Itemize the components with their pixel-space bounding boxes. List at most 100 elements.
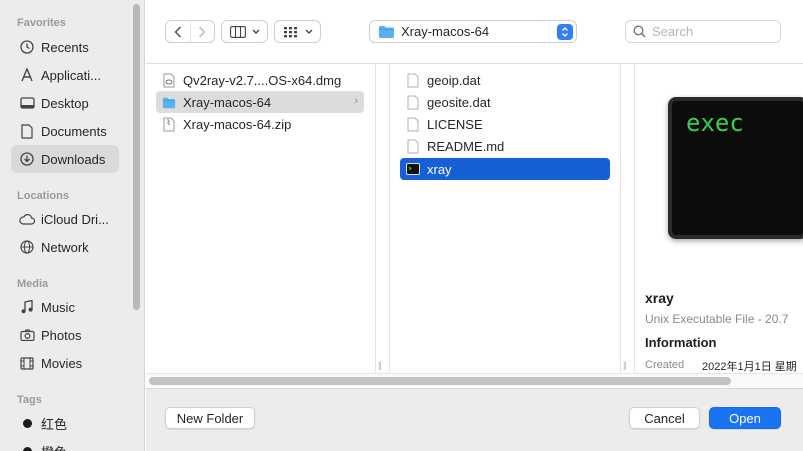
sidebar-item-label: Desktop xyxy=(41,95,89,111)
list-item-geosite[interactable]: geosite.dat xyxy=(400,91,610,113)
list-item-label: Xray-macos-64.zip xyxy=(183,116,292,132)
column-resize-handle[interactable]: || xyxy=(378,360,382,370)
path-popup[interactable]: Xray-macos-64 xyxy=(369,20,577,43)
sidebar-item-applications[interactable]: Applicati... xyxy=(11,61,119,89)
sidebar-item-label: Downloads xyxy=(41,151,106,167)
column-divider[interactable] xyxy=(375,63,376,373)
sidebar-item-tag-orange[interactable]: 橙色 xyxy=(11,437,119,451)
clock-icon xyxy=(19,39,35,55)
path-popup-label: Xray-macos-64 xyxy=(401,24,490,39)
download-icon xyxy=(19,151,35,167)
sidebar-item-tag-red[interactable]: 红色 xyxy=(11,409,119,437)
list-item-label: xray xyxy=(427,161,452,177)
document-icon xyxy=(19,123,35,139)
sidebar-item-label: 橙色 xyxy=(41,442,67,451)
column-divider[interactable] xyxy=(620,63,621,373)
chevron-left-icon xyxy=(174,25,181,38)
sidebar-item-label: Recents xyxy=(41,39,89,55)
locations-header: Locations xyxy=(17,190,69,202)
film-icon xyxy=(19,355,35,371)
open-button[interactable]: Open xyxy=(709,407,781,429)
media-header: Media xyxy=(17,278,49,290)
preview-thumbnail-text: exec xyxy=(686,109,744,137)
cloud-icon xyxy=(19,211,35,227)
sidebar-scrollbar[interactable] xyxy=(133,4,140,310)
new-folder-button[interactable]: New Folder xyxy=(165,407,255,429)
column-divider[interactable] xyxy=(634,63,635,373)
sidebar-item-label: Network xyxy=(41,239,89,255)
sidebar-item-label: Applicati... xyxy=(41,67,101,83)
forward-button[interactable] xyxy=(189,21,215,42)
terminal-icon xyxy=(406,161,420,177)
applications-icon xyxy=(19,67,35,83)
favorites-header: Favorites xyxy=(17,17,66,29)
search-input[interactable] xyxy=(652,24,772,39)
grid-icon xyxy=(283,26,297,37)
preview-file-kind: Unix Executable File - 20.7 xyxy=(645,312,789,326)
folder-icon xyxy=(379,26,394,38)
back-button[interactable] xyxy=(166,21,190,42)
column-divider[interactable] xyxy=(389,63,390,373)
sidebar-item-music[interactable]: Music xyxy=(11,293,119,321)
list-item-xray-zip[interactable]: Xray-macos-64.zip xyxy=(156,113,364,135)
sidebar-item-movies[interactable]: Movies xyxy=(11,349,119,377)
columns-icon xyxy=(229,25,246,38)
zip-file-icon xyxy=(162,116,176,132)
globe-icon xyxy=(19,239,35,255)
sidebar-item-icloud-drive[interactable]: iCloud Dri... xyxy=(11,205,119,233)
desktop-icon xyxy=(19,95,35,111)
sidebar-item-network[interactable]: Network xyxy=(11,233,119,261)
group-view-button[interactable] xyxy=(274,20,321,43)
list-item-label: README.md xyxy=(427,138,505,154)
list-item-xray-folder[interactable]: Xray-macos-64 › xyxy=(156,91,364,113)
music-note-icon xyxy=(19,299,35,315)
column-resize-handle[interactable]: || xyxy=(623,360,627,370)
list-item-geoip[interactable]: geoip.dat xyxy=(400,69,610,91)
tag-dot-icon xyxy=(19,443,35,451)
file-icon xyxy=(406,138,420,154)
list-item-license[interactable]: LICENSE xyxy=(400,113,610,135)
disk-image-icon xyxy=(162,72,176,88)
preview-file-name: xray xyxy=(645,290,674,306)
preview-thumbnail: exec xyxy=(668,97,803,239)
sidebar: Favorites Recents Applicati... Desktop D… xyxy=(0,0,145,451)
sidebar-item-label: Documents xyxy=(41,123,107,139)
list-item-label: Xray-macos-64 xyxy=(183,94,272,110)
list-item-qv2ray-dmg[interactable]: Qv2ray-v2.7....OS-x64.dmg xyxy=(156,69,364,91)
sidebar-item-label: 红色 xyxy=(41,416,68,432)
sidebar-item-label: Movies xyxy=(41,355,83,371)
sidebar-item-documents[interactable]: Documents xyxy=(11,117,119,145)
chevron-right-icon: › xyxy=(354,95,358,107)
list-item-label: LICENSE xyxy=(427,116,483,132)
sidebar-item-recents[interactable]: Recents xyxy=(11,33,119,61)
list-item-label: Qv2ray-v2.7....OS-x64.dmg xyxy=(183,72,342,88)
column-view-button[interactable] xyxy=(221,20,268,43)
search-field[interactable] xyxy=(625,20,781,43)
sidebar-item-label: Photos xyxy=(41,327,82,343)
file-icon xyxy=(406,72,420,88)
sidebar-item-label: iCloud Dri... xyxy=(41,211,109,227)
tags-header: Tags xyxy=(17,394,42,406)
sidebar-item-photos[interactable]: Photos xyxy=(11,321,119,349)
horizontal-scrollbar[interactable] xyxy=(149,377,731,385)
list-item-readme[interactable]: README.md xyxy=(400,135,610,157)
folder-icon xyxy=(162,94,176,110)
sidebar-item-label: Music xyxy=(41,299,75,315)
sidebar-item-desktop[interactable]: Desktop xyxy=(11,89,119,117)
up-down-chevron-icon xyxy=(557,24,573,40)
file-icon xyxy=(406,94,420,110)
search-icon xyxy=(633,25,646,38)
sidebar-item-downloads[interactable]: Downloads xyxy=(11,145,119,173)
tag-dot-icon xyxy=(19,415,35,431)
camera-icon xyxy=(19,327,35,343)
cancel-button[interactable]: Cancel xyxy=(629,407,700,429)
chevron-right-icon xyxy=(199,25,206,38)
list-item-xray[interactable]: xray xyxy=(400,158,610,180)
preview-created-value: 2022年1月1日 星期 xyxy=(702,361,797,373)
preview-info-header: Information xyxy=(645,335,717,350)
file-icon xyxy=(406,116,420,132)
chevron-down-icon xyxy=(305,29,312,34)
list-item-label: geosite.dat xyxy=(427,94,491,110)
list-item-label: geoip.dat xyxy=(427,72,481,88)
navigation-buttons xyxy=(165,20,215,43)
